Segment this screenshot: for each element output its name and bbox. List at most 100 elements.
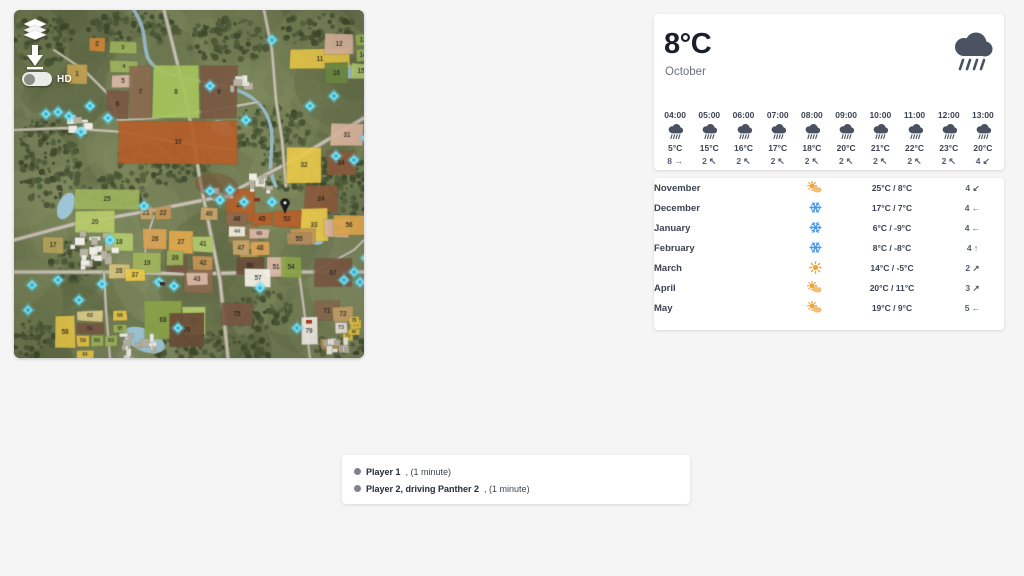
table-row: May 19°C / 9°C5 ← [654,298,1004,318]
hour-time: 13:00 [972,110,994,120]
list-item: Player 2, driving Panther 2 , (1 minute) [342,480,690,497]
hour-temperature: 20°C [837,143,856,153]
hour-wind-speed: 8 [667,156,672,166]
month-name: May [654,298,787,318]
snowflake-icon [787,198,843,218]
player-name: Player 1 [366,467,401,477]
rain-cloud-icon [700,123,718,140]
hour-time: 10:00 [869,110,891,120]
month-wind: 4 ← [941,218,1004,238]
hour-time: 05:00 [698,110,720,120]
month-temperatures: 20°C / 11°C [843,278,941,298]
hour-column: 08:0018°C2↖ [795,110,829,166]
hour-wind-speed: 2 [771,156,776,166]
month-temperatures: 14°C / -5°C [843,258,941,278]
hour-wind: 2↖ [702,156,716,166]
wind-direction-arrow-icon: ↖ [880,157,888,166]
rain-cloud-icon [974,123,992,140]
player-session-time: , (1 minute) [406,467,452,477]
month-wind: 4 ↑ [941,238,1004,258]
hour-temperature: 22°C [905,143,924,153]
hour-column: 07:0017°C2↖ [761,110,795,166]
hour-wind-speed: 2 [839,156,844,166]
month-wind: 3 ↗ [941,278,1004,298]
month-temperatures: 19°C / 9°C [843,298,941,318]
month-wind: 4 ↙ [941,178,1004,198]
month-temperatures: 6°C / -9°C [843,218,941,238]
table-row: November 25°C / 8°C4 ↙ [654,178,1004,198]
hour-time: 04:00 [664,110,686,120]
hour-temperature: 5°C [668,143,682,153]
hour-temperature: 15°C [700,143,719,153]
hour-wind: 2↖ [942,156,956,166]
hour-temperature: 16°C [734,143,753,153]
hour-column: 13:00 20°C 4↙ [966,110,1000,166]
hour-column: 12:0023°C2↖ [932,110,966,166]
player-session-time: , (1 minute) [484,484,530,494]
current-month: October [665,66,706,78]
hd-label: HD [57,74,72,85]
farm-map-panel[interactable]: HD [14,10,364,358]
month-name: January [654,218,787,238]
month-name: February [654,238,787,258]
hour-time: 09:00 [835,110,857,120]
snowflake-icon [787,238,843,258]
hour-column: 05:00 15°C 2↖ [692,110,726,166]
month-name: November [654,178,787,198]
hd-toggle[interactable]: HD [22,72,72,86]
monthly-forecast-table: November25°C / 8°C4 ↙December17°C / 7°C4… [654,178,1004,318]
hour-column: 09:00 20°C 2↖ [829,110,863,166]
hour-wind: 2↖ [736,156,750,166]
wind-direction-arrow-icon: ↖ [948,157,956,166]
hour-wind: 8→ [667,156,683,166]
rain-cloud-icon [666,123,684,140]
rain-cloud-icon [940,123,958,140]
rain-cloud-icon [837,123,855,140]
player-status-dot [354,485,361,492]
hour-wind: 2↖ [771,156,785,166]
hour-wind-speed: 2 [805,156,810,166]
hd-switch-track[interactable] [22,72,52,86]
layers-icon[interactable] [22,18,48,40]
hour-wind-speed: 2 [942,156,947,166]
month-wind: 5 ← [941,298,1004,318]
hour-wind-speed: 2 [702,156,707,166]
hour-wind: 2↖ [839,156,853,166]
table-row: January 6°C / -9°C4 ← [654,218,1004,238]
wind-direction-arrow-icon: ↙ [983,157,991,166]
player-name: Player 2, driving Panther 2 [366,484,479,494]
hour-temperature: 17°C [768,143,787,153]
hour-wind-speed: 2 [873,156,878,166]
hour-wind-speed: 2 [736,156,741,166]
weather-card: 8°C October 04:005°C8→05:0015°C2↖06:0016… [654,14,1004,170]
hour-wind: 2↖ [805,156,819,166]
hour-time: 06:00 [733,110,755,120]
map-canvas[interactable] [14,10,364,358]
hour-time: 11:00 [904,110,925,120]
rain-cloud-icon [871,123,889,140]
partly-cloudy-icon [787,278,843,298]
wind-direction-arrow-icon: ↖ [709,157,717,166]
current-temperature: 8°C [664,28,711,61]
hour-wind: 2↖ [907,156,921,166]
hour-temperature: 20°C [973,143,992,153]
month-temperatures: 25°C / 8°C [843,178,941,198]
players-list: Player 1, (1 minute)Player 2, driving Pa… [342,463,690,497]
hour-temperature: 21°C [871,143,890,153]
sun-icon [787,258,843,278]
partly-cloudy-icon [787,298,843,318]
hour-column: 10:00 21°C 2↖ [863,110,897,166]
hour-column: 11:00 22°C 2↖ [897,110,931,166]
wind-direction-arrow-icon: ↖ [846,157,854,166]
month-name: April [654,278,787,298]
players-card: Player 1, (1 minute)Player 2, driving Pa… [342,455,690,504]
hour-column: 04:00 5°C 8→ [658,110,692,166]
hour-wind-speed: 4 [976,156,981,166]
hour-wind: 2↖ [873,156,887,166]
wind-direction-arrow-icon: ↖ [777,157,785,166]
wind-direction-arrow-icon: ↖ [743,157,751,166]
download-icon[interactable] [24,44,46,70]
hour-temperature: 18°C [802,143,821,153]
month-temperatures: 17°C / 7°C [843,198,941,218]
table-row: March14°C / -5°C2 ↗ [654,258,1004,278]
